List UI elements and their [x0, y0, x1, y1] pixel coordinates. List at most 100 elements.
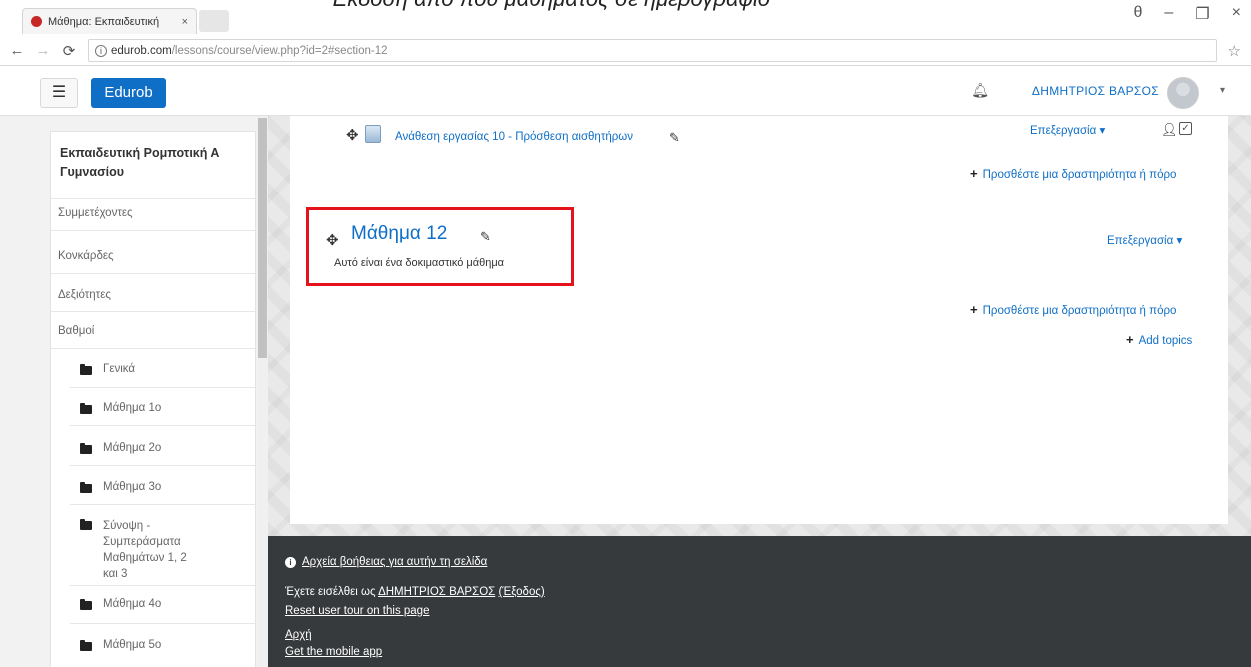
edit-menu-label: Επεξεργασία [1030, 125, 1097, 137]
profile-link[interactable]: ΔΗΜΗΤΡΙΟΣ ΒΑΡΣΟΣ [378, 586, 495, 598]
address-bar-row: ← → ⟳ i edurob.com/lessons/course/view.p… [0, 36, 1251, 66]
reset-tour-label: Reset user tour on this page [285, 605, 430, 617]
divider [50, 348, 256, 349]
new-tab-button[interactable] [199, 10, 229, 32]
divider [70, 623, 256, 624]
browser-tabstrip: Έκδοση από που μαθήματος σε ημερογράφιο … [0, 0, 1251, 36]
divider [50, 311, 256, 312]
sidebar-item-section-3[interactable]: Μάθημα 3ο [80, 481, 250, 493]
sidebar-item-label: Μάθημα 4ο [103, 598, 162, 610]
divider [50, 230, 256, 231]
page-footer: i Αρχεία βοήθειας για αυτήν τη σελίδα Έχε… [268, 536, 1251, 667]
logged-in-row: Έχετε εισέλθει ως ΔΗΜΗΤΡΙΟΣ ΒΑΡΣΟΣ (Έξοδ… [285, 586, 545, 598]
plus-icon: + [970, 302, 978, 317]
pencil-icon[interactable]: ✎ [669, 130, 680, 146]
reset-tour-link[interactable]: Reset user tour on this page [285, 605, 429, 617]
edit-menu-activity[interactable]: Επεξεργασία ▾ [1030, 123, 1105, 137]
sidebar-item-label: Σύνοψη - Συμπεράσματα Μαθημάτων 1, 2 και… [103, 520, 187, 580]
plus-icon: + [1126, 332, 1134, 347]
back-arrow-icon[interactable]: ← [6, 42, 28, 59]
sidebar-item-section-2[interactable]: Μάθημα 2ο [80, 442, 250, 454]
home-link[interactable]: Αρχή [285, 629, 312, 641]
assignment-icon [365, 125, 381, 143]
divider [70, 387, 256, 388]
logout-link[interactable]: (Έξοδος) [498, 586, 544, 598]
sidebar-item-label: Μάθημα 1ο [103, 402, 162, 414]
sidebar-item-section-general[interactable]: Γενικά [80, 363, 250, 375]
sidebar-item-section-5[interactable]: Μάθημα 5ο [80, 639, 250, 651]
help-row: i Αρχεία βοήθειας για αυτήν τη σελίδα [285, 556, 487, 568]
folder-icon [80, 403, 92, 414]
edit-menu-label: Επεξεργασία [1107, 235, 1174, 247]
sidebar-item-participants[interactable]: Συμμετέχοντες [58, 207, 254, 219]
sidebar-item-label: Μάθημα 3ο [103, 481, 162, 493]
add-activity-label: Προσθέστε μια δραστηριότητα ή πόρο [982, 305, 1177, 317]
folder-icon [80, 364, 92, 375]
drawer-scrollbar[interactable] [257, 116, 268, 667]
edit-menu-section[interactable]: Επεξεργασία ▾ [1107, 233, 1182, 247]
browser-tab[interactable]: Μάθημα: Εκπαιδευτική × [22, 8, 197, 34]
chevron-down-icon[interactable]: ▾ [1220, 85, 1225, 96]
favicon-icon [31, 16, 42, 27]
menu-toggle-button[interactable]: ☰ [40, 78, 78, 108]
close-window-icon[interactable]: × [1232, 4, 1241, 24]
section-title-link[interactable]: Μάθημα 12 [351, 223, 447, 245]
notification-bell-icon[interactable]: 🔔︎ [971, 82, 989, 99]
folder-icon [80, 443, 92, 454]
sidebar-item-section-summary[interactable]: Σύνοψη - Συμπεράσματα Μαθημάτων 1, 2 και… [80, 518, 250, 582]
mobile-app-link[interactable]: Get the mobile app [285, 646, 382, 658]
close-tab-icon[interactable]: × [182, 16, 188, 28]
url-path: /lessons/course/view.php?id=2#section-12 [171, 44, 388, 57]
info-icon: i [285, 557, 296, 568]
sidebar-item-label: Γενικά [103, 363, 136, 375]
help-docs-link[interactable]: Αρχεία βοήθειας για αυτήν τη σελίδα [302, 556, 487, 568]
move-icon[interactable]: ✥ [346, 126, 359, 144]
add-topics-label: Add topics [1138, 335, 1193, 347]
logged-in-text: Έχετε εισέλθει ως [285, 586, 376, 598]
pencil-icon[interactable]: ✎ [480, 229, 491, 245]
scrollbar-thumb[interactable] [258, 118, 267, 358]
folder-icon [80, 519, 92, 530]
add-topics-button[interactable]: + Add topics [1126, 332, 1192, 347]
plus-icon: + [970, 166, 978, 181]
activity-link-assignment-10[interactable]: Ανάθεση εργασίας 10 - Πρόσθεση αισθητήρω… [395, 131, 633, 143]
add-activity-button[interactable]: + Προσθέστε μια δραστηριότητα ή πόρο [970, 166, 1176, 181]
forward-arrow-icon[interactable]: → [32, 42, 54, 59]
site-info-icon[interactable]: i [95, 44, 107, 57]
sidebar-item-section-1[interactable]: Μάθημα 1ο [80, 402, 250, 414]
course-title-link[interactable]: Εκπαιδευτική Ρομποτική Α Γυμνασίου [60, 144, 240, 182]
window-controls: θ – ❐ × [1134, 4, 1242, 24]
completion-checkbox[interactable]: ✓ [1179, 122, 1192, 135]
sidebar-item-label: Μάθημα 5ο [103, 639, 162, 651]
reload-icon[interactable]: ⟳ [58, 42, 80, 60]
bookmark-star-icon[interactable]: ☆ [1228, 42, 1241, 60]
home-label: Αρχή [285, 629, 312, 641]
assign-roles-icon[interactable]: 👤︎ [1161, 122, 1178, 138]
add-activity-button[interactable]: + Προσθέστε μια δραστηριότητα ή πόρο [970, 302, 1176, 317]
profile-icon[interactable]: θ [1134, 4, 1143, 24]
sidebar-item-section-4[interactable]: Μάθημα 4ο [80, 598, 250, 610]
tab-title: Μάθημα: Εκπαιδευτική [48, 15, 160, 28]
avatar[interactable] [1167, 77, 1199, 109]
sidebar-item-competencies[interactable]: Δεξιότητες [58, 289, 254, 301]
move-icon[interactable]: ✥ [326, 231, 339, 249]
maximize-icon[interactable]: ❐ [1195, 4, 1209, 24]
minimize-icon[interactable]: – [1164, 4, 1173, 24]
site-navbar: ☰ Edurob 🔔︎ ΔΗΜΗΤΡΙΟΣ ΒΑΡΣΟΣ ▾ [0, 66, 1251, 116]
url-domain: edurob.com [111, 44, 172, 57]
folder-icon [80, 482, 92, 493]
divider [70, 504, 256, 505]
divider [50, 198, 256, 199]
folder-icon [80, 640, 92, 651]
mobile-app-label: Get the mobile app [285, 646, 383, 658]
url-input[interactable]: i edurob.com/lessons/course/view.php?id=… [88, 39, 1217, 62]
divider [70, 585, 256, 586]
divider [70, 425, 256, 426]
page-heading-cut: Έκδοση από που μαθήματος σε ημερογράφιο [330, 0, 770, 12]
user-menu-name[interactable]: ΔΗΜΗΤΡΙΟΣ ΒΑΡΣΟΣ [1032, 84, 1159, 98]
sidebar-item-label: Μάθημα 2ο [103, 442, 162, 454]
sidebar-item-grades[interactable]: Βαθμοί [58, 325, 254, 337]
divider [70, 465, 256, 466]
brand-link[interactable]: Edurob [91, 78, 166, 108]
sidebar-item-badges[interactable]: Κονκάρδες [58, 250, 254, 262]
